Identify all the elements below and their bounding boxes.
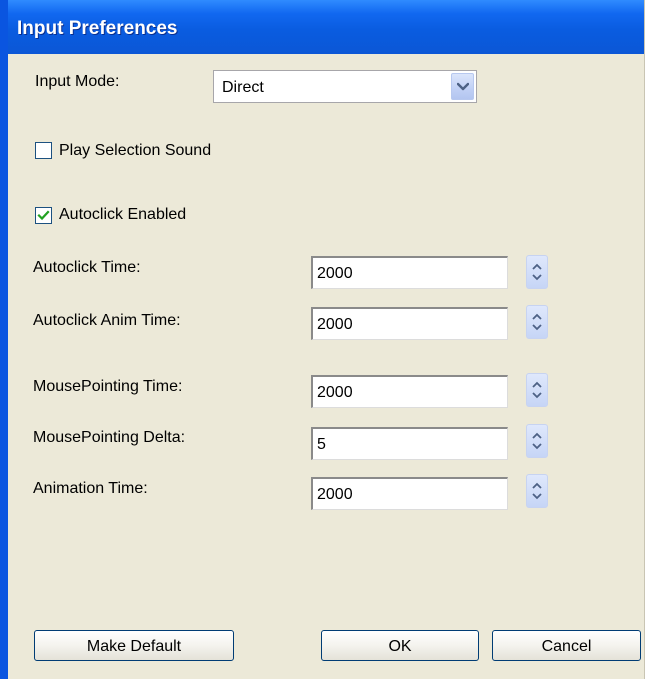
autoclick-time-spinner[interactable] [526,255,548,289]
mousepointing-delta-value: 5 [317,436,326,453]
autoclick-enabled-checkbox[interactable] [35,207,52,224]
input-mode-dropdown[interactable]: Direct [213,70,477,103]
animation-time-value: 2000 [317,486,353,503]
ok-button[interactable]: OK [321,630,479,661]
animation-time-input[interactable]: 2000 [311,477,508,510]
title-bar[interactable]: Input Preferences [8,0,644,54]
mousepointing-time-spinner[interactable] [526,373,548,407]
cancel-button[interactable]: Cancel [492,630,641,661]
input-preferences-window: Input Preferences Input Mode: Direct Pla… [0,0,645,679]
mousepointing-delta-label: MousePointing Delta: [33,429,186,446]
spinner-arrows-icon [532,381,542,399]
autoclick-anim-time-spinner[interactable] [526,305,548,339]
play-selection-sound-checkbox[interactable] [35,142,52,159]
mousepointing-delta-input[interactable]: 5 [311,427,508,460]
autoclick-time-input[interactable]: 2000 [311,256,508,289]
mousepointing-time-input[interactable]: 2000 [311,375,508,408]
spinner-arrows-icon [532,432,542,450]
checkmark-icon [37,210,50,221]
autoclick-anim-time-label: Autoclick Anim Time: [33,312,181,329]
dropdown-button[interactable] [451,73,474,100]
make-default-button[interactable]: Make Default [34,630,234,661]
play-selection-sound-label[interactable]: Play Selection Sound [59,142,211,160]
animation-time-label: Animation Time: [33,480,148,497]
spinner-arrows-icon [532,482,542,500]
input-mode-label: Input Mode: [35,73,120,90]
autoclick-anim-time-value: 2000 [317,316,353,333]
mousepointing-delta-spinner[interactable] [526,424,548,458]
spinner-arrows-icon [532,313,542,331]
animation-time-spinner[interactable] [526,474,548,508]
autoclick-enabled-label[interactable]: Autoclick Enabled [59,206,186,224]
autoclick-time-value: 2000 [317,265,353,282]
mousepointing-time-value: 2000 [317,384,353,401]
window-title: Input Preferences [17,18,178,39]
autoclick-anim-time-input[interactable]: 2000 [311,307,508,340]
chevron-down-icon [457,82,469,91]
mousepointing-time-label: MousePointing Time: [33,378,183,395]
autoclick-time-label: Autoclick Time: [33,259,141,276]
spinner-arrows-icon [532,263,542,281]
input-mode-value: Direct [222,79,264,96]
